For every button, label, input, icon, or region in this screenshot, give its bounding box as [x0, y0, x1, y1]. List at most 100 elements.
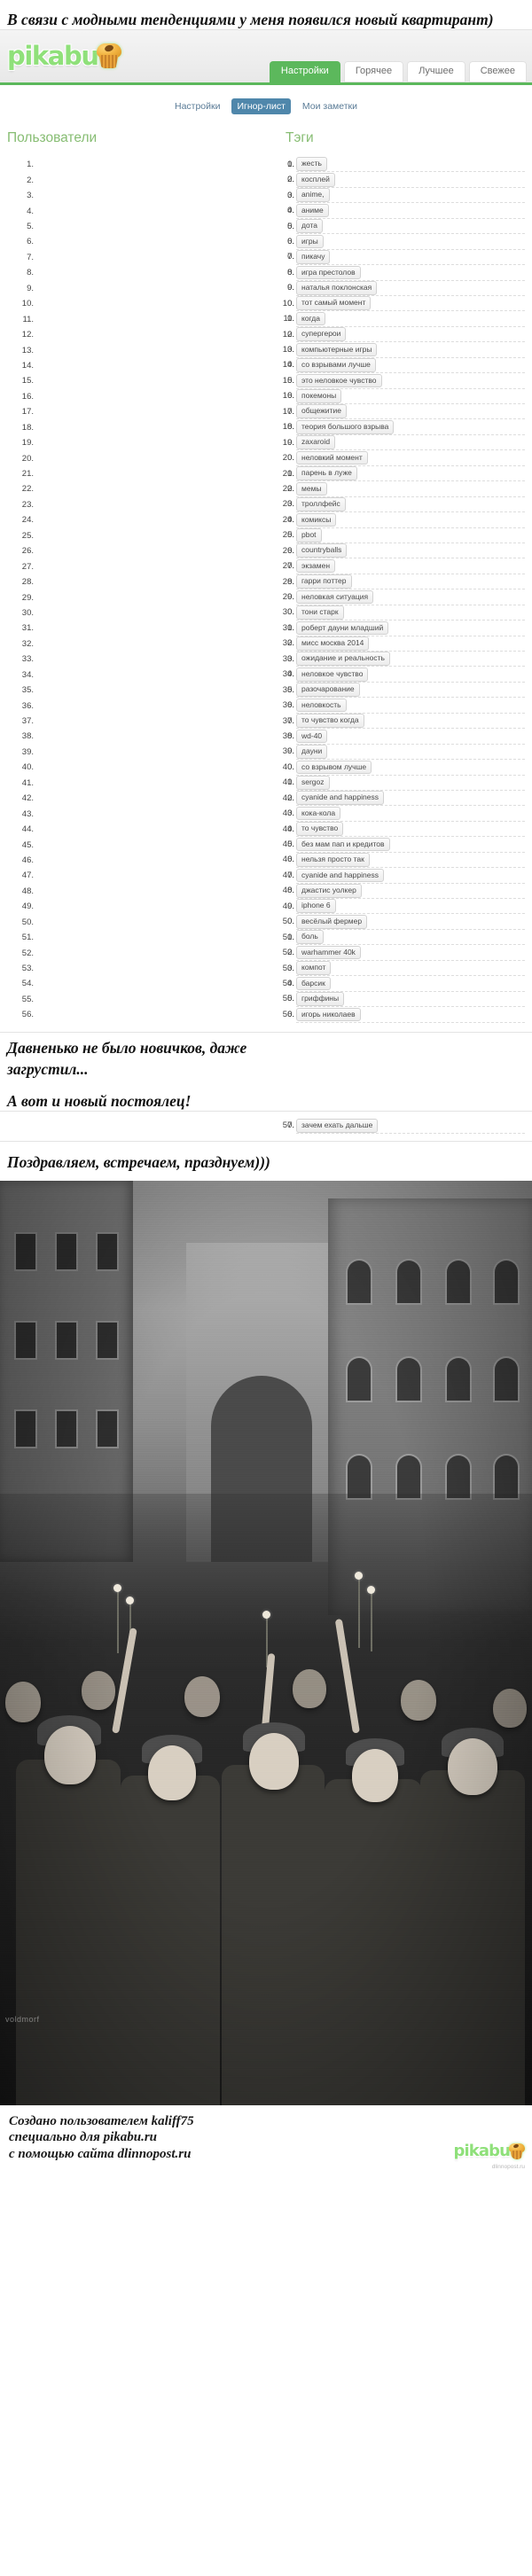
user-list-item [20, 466, 264, 481]
user-list-item [20, 714, 264, 729]
tags-column: Тэги 1. жесть 2. косплей 3. anime, 4. аниме 5. до… [266, 130, 527, 1023]
footer-logo[interactable]: pikabu [454, 2142, 525, 2160]
tab-svezhee[interactable]: Свежее [468, 61, 527, 83]
tag-chip[interactable]: дота [296, 219, 324, 233]
tag-list-item: 6. игры [280, 234, 525, 250]
tab-nastroyki[interactable]: Настройки [269, 61, 340, 83]
tag-chip[interactable]: игра престолов [296, 265, 361, 280]
settings-columns: Пользователи Тэги 1. жесть 2. косплей 3. anim… [0, 118, 532, 1032]
subnav-item-moi-zametki[interactable]: Мои заметки [297, 98, 363, 114]
tab-luchshee[interactable]: Лучшее [407, 61, 466, 83]
tag-list-item: 17. общежитие [280, 404, 525, 420]
tag-list-number: 9. [287, 283, 294, 293]
tag-chip[interactable]: покемоны [296, 389, 342, 403]
tag-chip[interactable]: разочарование [296, 683, 360, 697]
tag-chip[interactable]: cyanide and happiness [296, 868, 384, 883]
tag-chip[interactable]: неловкий момент [296, 450, 368, 465]
tag-chip[interactable]: парень в луже [296, 466, 357, 480]
tag-chip[interactable]: супергерои [296, 327, 347, 341]
tag-list-item: 31. роберт дауни младший [280, 621, 525, 636]
tag-list-number: 42. [282, 792, 294, 803]
tag-chip[interactable]: countryballs [296, 543, 348, 558]
tag-chip[interactable]: роберт дауни младший [296, 621, 389, 636]
tab-goryachee[interactable]: Горячее [343, 61, 404, 83]
photo-watermark: voldmorf [5, 2015, 40, 2025]
user-list-item [20, 188, 264, 203]
tag-list-item: 34. неловкое чувство [280, 667, 525, 683]
site-logo[interactable]: pikabu [7, 41, 122, 71]
tag-chip[interactable]: тот самый момент [296, 296, 372, 311]
tag-chip[interactable]: теория большого взрыва [296, 419, 395, 434]
tag-chip[interactable]: общежитие [296, 404, 347, 419]
tag-list-number: 4. [287, 206, 294, 216]
tag-chip[interactable]: зачем ехать дальше [296, 1119, 379, 1133]
tag-chip[interactable]: без мам пап и кредитов [296, 837, 390, 852]
tag-chip[interactable]: то чувство когда [296, 714, 364, 728]
tag-chip[interactable]: тони старк [296, 605, 344, 620]
tag-chip[interactable]: кока-кола [296, 806, 341, 821]
tag-chip[interactable]: барсик [296, 976, 331, 991]
tag-chip[interactable]: pbot [296, 527, 322, 543]
subnav-item-nastroyki[interactable]: Настройки [169, 98, 226, 114]
tag-chip[interactable]: компьютерные игры [296, 342, 378, 357]
tag-chip[interactable]: zaxaroid [296, 435, 336, 449]
tag-chip[interactable]: неловкая ситуация [296, 589, 374, 605]
tag-list-number: 40. [282, 761, 294, 772]
tag-chip[interactable]: мисс москва 2014 [296, 636, 370, 651]
tag-chip[interactable]: боль [296, 930, 324, 944]
footer-line-2: специально для pikabu.ru [9, 2130, 158, 2145]
tag-chip[interactable]: мемы [296, 481, 327, 496]
tag-chip[interactable]: wd-40 [296, 729, 328, 744]
tag-chip[interactable]: со взрывом лучше [296, 760, 372, 775]
tag-chip[interactable]: это неловкое чувство [296, 373, 382, 388]
tag-list-item: 27. экзамен [280, 558, 525, 574]
tag-chip[interactable]: гриффины [296, 992, 345, 1006]
tag-chip[interactable]: весёлый фермер [296, 914, 368, 929]
tag-chip[interactable]: компот [296, 961, 332, 975]
tag-chip[interactable]: со взрывами лучше [296, 358, 376, 372]
tag-chip[interactable]: игры [296, 234, 324, 249]
tag-chip[interactable]: нельзя просто так [296, 853, 370, 867]
tag-chip[interactable]: неловкость [296, 698, 347, 713]
tag-chip[interactable]: аниме [296, 203, 329, 218]
tag-chip[interactable]: пикачу [296, 250, 331, 264]
tag-chip[interactable]: warhammer 40k [296, 945, 361, 960]
user-list-item [20, 992, 264, 1007]
tag-chip[interactable]: джастис уолкер [296, 884, 362, 898]
tag-list-number: 55. [282, 994, 294, 1004]
tag-chip[interactable]: ожидание и реальность [296, 652, 390, 667]
tag-list-number: 3. [287, 190, 294, 200]
subnav-item-ignor-list[interactable]: Игнор-лист [231, 98, 291, 115]
tag-chip[interactable]: косплей [296, 172, 335, 187]
tag-list-number: 2. [287, 175, 294, 185]
tag-chip[interactable]: sergoz [296, 775, 330, 790]
tag-list-item: 16. покемоны [280, 389, 525, 405]
caption-top: В связи с модными тенденциями у меня поя… [0, 0, 532, 29]
tag-chip[interactable]: дауни [296, 745, 328, 759]
tag-chip[interactable]: комиксы [296, 512, 337, 527]
user-list-item [20, 219, 264, 234]
tag-chip[interactable]: наталья поклонская [296, 280, 378, 295]
tag-list-item: 57. зачем ехать дальше [280, 1119, 525, 1135]
tag-chip[interactable]: гарри поттер [296, 574, 352, 589]
user-list-item [20, 311, 264, 326]
user-list-item [20, 172, 264, 187]
user-list-item [20, 621, 264, 636]
tag-chip[interactable]: игорь николаев [296, 1007, 361, 1022]
user-list-item [20, 791, 264, 806]
tag-chip[interactable]: iphone 6 [296, 899, 336, 914]
tag-chip[interactable]: anime, [296, 188, 330, 202]
user-list-item [20, 203, 264, 218]
tag-chip[interactable]: то чувство [296, 822, 344, 836]
tag-chip[interactable]: экзамен [296, 558, 336, 574]
user-list-item [20, 373, 264, 388]
caption-mid-2: загрустил... [0, 1058, 532, 1079]
tag-chip[interactable]: cyanide and happiness [296, 791, 384, 806]
tag-list-item: 56. игорь николаев [280, 1007, 525, 1023]
tag-chip[interactable]: когда [296, 311, 325, 326]
user-list-item [20, 435, 264, 450]
tag-list-item: 44. то чувство [280, 822, 525, 838]
tag-chip[interactable]: жесть [296, 157, 327, 172]
tag-chip[interactable]: троллфейс [296, 497, 346, 511]
tag-chip[interactable]: неловкое чувство [296, 667, 369, 682]
